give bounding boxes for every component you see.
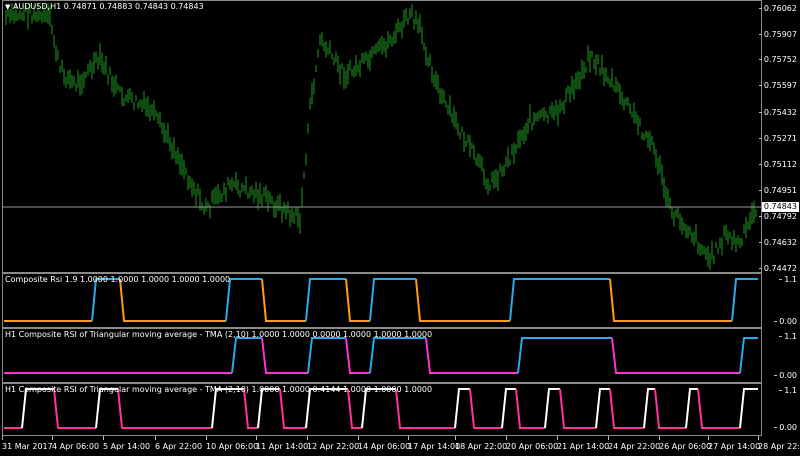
symbol-header-text: AUDUSD,H1 0.74871 0.74883 0.74843 0.7484… xyxy=(12,2,204,11)
current-price-badge: 0.74843 xyxy=(761,202,799,212)
indicator-segment xyxy=(469,388,502,429)
indicator-segment xyxy=(544,388,560,429)
price-tick: 0.75432 xyxy=(758,108,797,117)
indicator-segment xyxy=(91,278,120,322)
scale-top-label: 1.1 xyxy=(779,275,797,284)
price-candles xyxy=(2,3,762,270)
time-label: 18 Apr 22:00 xyxy=(455,436,508,451)
indicator-segment xyxy=(345,278,370,322)
scale-bottom-label: 0.00 xyxy=(774,317,797,326)
indicator-segment xyxy=(361,388,396,429)
indicator-segment xyxy=(307,337,346,374)
price-tick: 0.76062 xyxy=(758,4,797,13)
scale-top-label: 1.1 xyxy=(779,386,797,395)
indicator-segment xyxy=(225,278,262,322)
indicator-segment xyxy=(261,278,306,322)
symbol-header: ▼ AUDUSD,H1 0.74871 0.74883 0.74843 0.74… xyxy=(5,2,204,11)
price-tick: 0.75597 xyxy=(758,81,797,90)
time-label: 4 Apr 06:00 xyxy=(52,436,100,451)
indicator-scale[interactable]: 1.1 0.00 xyxy=(762,328,800,383)
indicator-segment xyxy=(369,278,416,322)
time-label: 26 Apr 06:00 xyxy=(659,436,712,451)
indicator-segment xyxy=(347,388,362,429)
indicator-title: Composite Rsi 1.9 1.0000 1.0000 1.0000 1… xyxy=(5,275,231,284)
indicator-segment xyxy=(515,388,545,429)
indicator-segment xyxy=(119,278,226,322)
indicator-segment xyxy=(501,388,516,429)
indicator-segment xyxy=(454,388,470,429)
time-label: 31 Mar 2017 xyxy=(2,436,53,451)
indicator-segment xyxy=(243,388,258,429)
price-tick: 0.74632 xyxy=(758,238,797,247)
time-label: 11 Apr 14:00 xyxy=(256,436,309,451)
price-tick: 0.75112 xyxy=(758,160,797,169)
time-label: 27 Apr 14:00 xyxy=(708,436,761,451)
indicator-segment xyxy=(739,388,758,429)
indicator-segment xyxy=(261,337,308,374)
indicator-scale[interactable]: 1.1 0.00 xyxy=(762,273,800,328)
time-label: 6 Apr 22:00 xyxy=(155,436,203,451)
time-label: 5 Apr 14:00 xyxy=(103,436,151,451)
indicator-segment xyxy=(595,388,610,429)
candles-group xyxy=(5,3,757,270)
indicator-segment xyxy=(509,278,610,322)
indicator-segment xyxy=(279,388,306,429)
indicator-segment xyxy=(53,388,96,429)
price-scale[interactable]: 0.76062 0.75907 0.75752 0.75597 0.75432 … xyxy=(758,0,800,273)
indicator-segment xyxy=(609,278,732,322)
price-chart-pane[interactable]: ▼ AUDUSD,H1 0.74871 0.74883 0.74843 0.74… xyxy=(0,0,800,273)
indicator-segment xyxy=(559,388,596,429)
time-label: 14 Apr 06:00 xyxy=(358,436,411,451)
price-tick: 0.74951 xyxy=(758,186,797,195)
time-label: 12 Apr 22:00 xyxy=(307,436,360,451)
indicator-segment xyxy=(611,337,740,374)
indicator-segment xyxy=(257,388,280,429)
indicator-segment xyxy=(117,388,212,429)
time-label: 17 Apr 14:00 xyxy=(408,436,461,451)
time-axis[interactable]: 31 Mar 2017 4 Apr 06:00 5 Apr 14:00 6 Ap… xyxy=(0,436,800,456)
indicator-segment xyxy=(211,388,244,429)
indicator-segment xyxy=(425,337,518,374)
indicator-segment xyxy=(395,388,455,429)
indicator-segment xyxy=(305,278,346,322)
indicator-segment xyxy=(643,388,655,429)
scale-bottom-label: 0.00 xyxy=(774,423,797,432)
price-tick: 0.74472 xyxy=(758,264,797,273)
indicator-title: H1 Composite RSI of Triangular moving av… xyxy=(5,385,433,394)
price-tick: 0.75907 xyxy=(758,30,797,39)
indicator-segment xyxy=(685,388,698,429)
collapse-triangle-icon[interactable]: ▼ xyxy=(5,3,10,11)
indicator-pane-tma-rsi-2[interactable]: H1 Composite RSI of Triangular moving av… xyxy=(0,383,800,436)
indicator-pane-tma-rsi-1[interactable]: H1 Composite RSI of Triangular moving av… xyxy=(0,328,800,383)
time-label: 20 Apr 06:00 xyxy=(506,436,559,451)
indicator-segment xyxy=(739,337,758,374)
time-label: 21 Apr 14:00 xyxy=(557,436,610,451)
scale-top-label: 1.1 xyxy=(779,332,797,341)
indicator-segment xyxy=(95,388,118,429)
indicator-pane-composite-rsi[interactable]: Composite Rsi 1.9 1.0000 1.0000 1.0000 1… xyxy=(0,273,800,328)
indicator-segment xyxy=(415,278,510,322)
indicator-segment xyxy=(21,388,54,429)
indicator-segment xyxy=(731,278,758,322)
indicator-segment xyxy=(345,337,370,374)
indicator-segment xyxy=(369,337,426,374)
indicator-segment xyxy=(609,388,644,429)
indicator-segment xyxy=(305,388,348,429)
indicator-segment xyxy=(517,337,612,374)
time-label: 24 Apr 22:00 xyxy=(608,436,661,451)
scale-bottom-label: 0.00 xyxy=(774,371,797,380)
price-tick: 0.74792 xyxy=(758,212,797,221)
indicator-segment xyxy=(231,337,262,374)
indicator-title: H1 Composite RSI of Triangular moving av… xyxy=(5,330,433,339)
time-label: 28 Apr 22:00 xyxy=(758,436,800,451)
indicator-scale[interactable]: 1.1 0.00 xyxy=(762,383,800,436)
indicator-segment xyxy=(654,388,686,429)
indicator-segment xyxy=(697,388,740,429)
time-label: 10 Apr 06:00 xyxy=(206,436,259,451)
price-tick: 0.75752 xyxy=(758,55,797,64)
price-tick: 0.75271 xyxy=(758,134,797,143)
